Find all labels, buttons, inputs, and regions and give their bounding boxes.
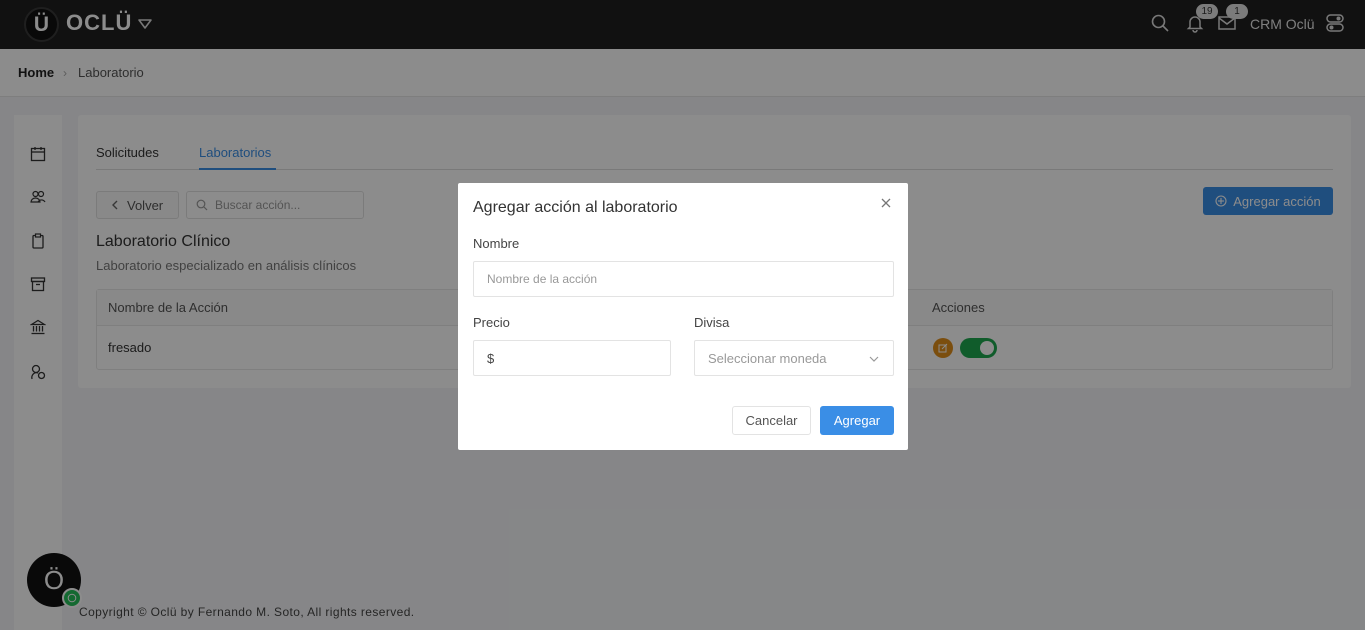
name-placeholder: Nombre de la acción — [487, 272, 598, 286]
name-field[interactable]: Nombre de la acción — [473, 261, 894, 297]
chevron-down-icon — [869, 356, 879, 362]
currency-placeholder: Seleccionar moneda — [708, 350, 827, 366]
currency-select[interactable]: Seleccionar moneda — [694, 340, 894, 376]
price-prefix: $ — [487, 350, 495, 366]
price-field[interactable]: $ — [473, 340, 671, 376]
cancel-button[interactable]: Cancelar — [732, 406, 811, 435]
submit-button[interactable]: Agregar — [820, 406, 894, 435]
close-icon[interactable] — [878, 195, 894, 211]
add-action-modal: Agregar acción al laboratorio Nombre Nom… — [458, 183, 908, 450]
price-label: Precio — [473, 315, 510, 330]
name-label: Nombre — [473, 236, 520, 251]
modal-title: Agregar acción al laboratorio — [473, 199, 678, 216]
currency-label: Divisa — [694, 315, 730, 330]
